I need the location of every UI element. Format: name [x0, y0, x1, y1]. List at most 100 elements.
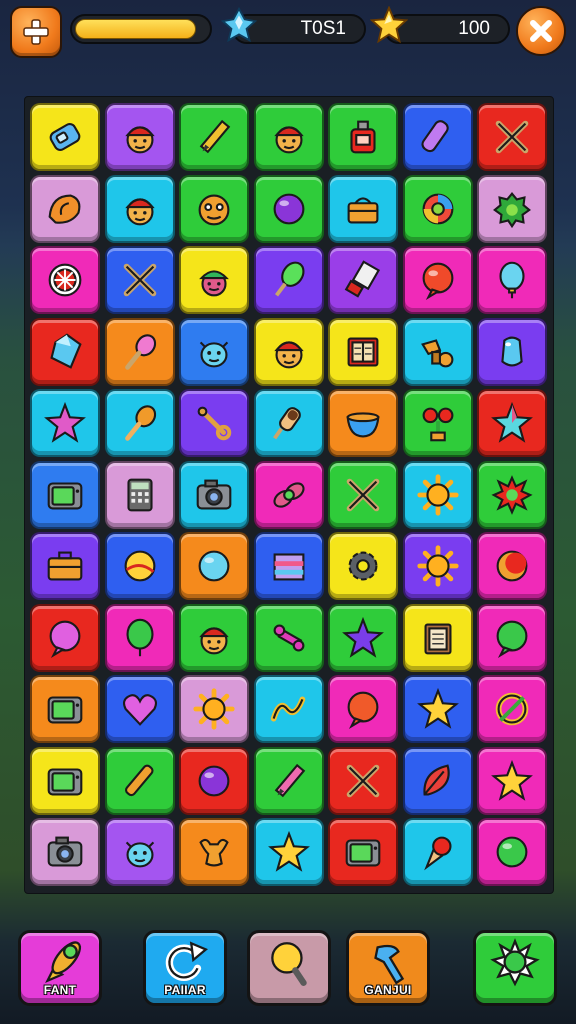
booster-button[interactable]: PAIIAR	[143, 930, 227, 1006]
game-tile[interactable]	[477, 317, 547, 386]
game-tile[interactable]	[328, 532, 398, 600]
game-tile[interactable]	[179, 603, 249, 672]
game-tile[interactable]	[253, 246, 324, 314]
game-tile[interactable]	[477, 603, 547, 672]
pink-spoon-icon	[124, 333, 156, 370]
game-tile[interactable]	[104, 675, 175, 743]
game-tile[interactable]	[253, 603, 324, 672]
game-tile[interactable]	[477, 246, 547, 314]
game-tile[interactable]	[179, 103, 249, 171]
orange-monster-icon	[198, 194, 230, 225]
game-tile[interactable]	[179, 818, 249, 886]
capped-face-icon	[124, 197, 155, 225]
game-tile[interactable]	[328, 103, 398, 171]
game-tile[interactable]	[402, 675, 473, 743]
game-tile[interactable]	[30, 174, 100, 243]
target-wheel-icon	[48, 263, 82, 297]
game-tile[interactable]	[30, 818, 100, 886]
refresh-icon	[165, 941, 209, 981]
blue-creature-icon	[125, 841, 154, 868]
game-tile[interactable]	[30, 317, 100, 386]
game-tile[interactable]	[179, 675, 249, 743]
game-tile[interactable]	[477, 174, 547, 243]
game-tile[interactable]	[30, 460, 100, 529]
game-tile[interactable]	[253, 317, 324, 386]
game-tile[interactable]	[253, 389, 324, 457]
game-tile[interactable]	[104, 389, 175, 457]
crossed-tools-icon	[346, 764, 380, 797]
game-tile[interactable]	[253, 746, 324, 815]
game-tile[interactable]	[253, 174, 324, 243]
heart-icon	[122, 694, 157, 726]
game-tile[interactable]	[402, 532, 473, 600]
game-tile[interactable]	[328, 603, 398, 672]
game-tile[interactable]	[402, 603, 473, 672]
orange-spoon-icon	[124, 405, 156, 441]
game-tile[interactable]	[477, 532, 547, 600]
game-tile[interactable]	[179, 317, 249, 386]
game-tile[interactable]	[402, 317, 473, 386]
game-board	[24, 96, 554, 894]
game-tile[interactable]	[30, 389, 100, 457]
booster-button[interactable]	[473, 930, 557, 1006]
game-tile[interactable]	[477, 675, 547, 743]
game-tile[interactable]	[104, 460, 175, 529]
game-tile[interactable]	[253, 818, 324, 886]
game-tile[interactable]	[179, 246, 249, 314]
game-tile[interactable]	[328, 746, 398, 815]
game-tile[interactable]	[253, 675, 324, 743]
tv-icon	[47, 696, 83, 724]
game-tile[interactable]	[30, 246, 100, 314]
game-tile[interactable]	[104, 246, 175, 314]
gear-icon	[348, 551, 378, 581]
green-hat-face-icon	[199, 270, 229, 297]
game-tile[interactable]	[104, 746, 175, 815]
game-tile[interactable]	[104, 317, 175, 386]
game-tile[interactable]	[179, 460, 249, 529]
game-tile[interactable]	[104, 103, 175, 171]
game-tile[interactable]	[30, 103, 100, 171]
game-tile[interactable]	[328, 460, 398, 529]
add-button[interactable]	[10, 6, 62, 58]
game-tile[interactable]	[30, 532, 100, 600]
orange-bone-icon	[199, 838, 229, 867]
game-tile[interactable]	[328, 317, 398, 386]
ice-cream-cone-icon	[423, 836, 452, 871]
game-tile[interactable]	[477, 818, 547, 886]
booster-button[interactable]	[247, 930, 331, 1006]
game-tile[interactable]	[402, 818, 473, 886]
game-tile[interactable]	[328, 818, 398, 886]
game-tile[interactable]	[104, 174, 175, 243]
game-tile[interactable]	[104, 532, 175, 600]
game-tile[interactable]	[402, 174, 473, 243]
game-tile[interactable]	[402, 103, 473, 171]
booster-button[interactable]: FANT	[18, 930, 102, 1006]
game-tile[interactable]	[477, 746, 547, 815]
game-tile[interactable]	[30, 675, 100, 743]
game-tile[interactable]	[253, 532, 324, 600]
game-tile[interactable]	[402, 246, 473, 314]
game-tile[interactable]	[253, 103, 324, 171]
game-tile[interactable]	[104, 818, 175, 886]
game-tile[interactable]	[328, 246, 398, 314]
game-tile[interactable]	[477, 103, 547, 171]
game-tile[interactable]	[179, 746, 249, 815]
close-button[interactable]	[516, 6, 566, 56]
game-tile[interactable]	[477, 460, 547, 529]
game-tile[interactable]	[328, 174, 398, 243]
game-tile[interactable]	[402, 746, 473, 815]
game-tile[interactable]	[179, 532, 249, 600]
game-tile[interactable]	[30, 746, 100, 815]
game-tile[interactable]	[328, 389, 398, 457]
blue-bowl-icon	[346, 412, 380, 438]
game-tile[interactable]	[179, 389, 249, 457]
game-tile[interactable]	[30, 603, 100, 672]
game-tile[interactable]	[328, 675, 398, 743]
game-tile[interactable]	[477, 389, 547, 457]
game-tile[interactable]	[179, 174, 249, 243]
game-tile[interactable]	[402, 389, 473, 457]
game-tile[interactable]	[402, 460, 473, 529]
game-tile[interactable]	[104, 603, 175, 672]
booster-button[interactable]: GANJUI	[346, 930, 430, 1006]
game-tile[interactable]	[253, 460, 324, 529]
